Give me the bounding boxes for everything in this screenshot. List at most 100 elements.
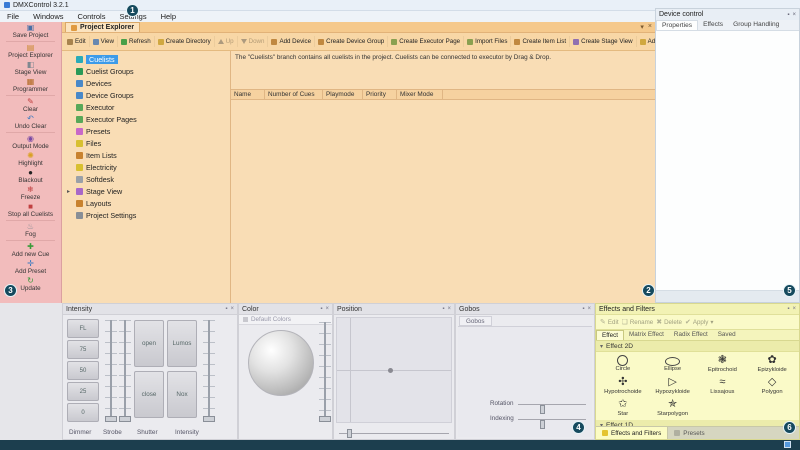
pan-slider[interactable] bbox=[339, 433, 449, 434]
color-brightness-fader[interactable] bbox=[319, 322, 331, 422]
indexing-slider[interactable] bbox=[518, 419, 586, 420]
tree-item-executor[interactable]: Executor bbox=[62, 101, 230, 113]
down-button[interactable]: Down bbox=[238, 36, 269, 47]
menu-windows[interactable]: Windows bbox=[26, 12, 70, 21]
preset-75-button[interactable]: 75 bbox=[67, 340, 99, 359]
pin-icon[interactable]: ▪ bbox=[442, 306, 444, 312]
create-directory-button[interactable]: Create Directory bbox=[155, 36, 215, 47]
rotation-slider-handle[interactable] bbox=[540, 405, 545, 414]
tree-item-softdesk[interactable]: Softdesk bbox=[62, 173, 230, 185]
add-preset-button[interactable]: ✛ Add Preset bbox=[0, 259, 61, 276]
close-icon[interactable]: × bbox=[230, 306, 234, 312]
close-icon[interactable]: × bbox=[792, 12, 796, 18]
tab-effect[interactable]: Effect bbox=[596, 330, 624, 340]
view-button[interactable]: View bbox=[90, 36, 118, 47]
tree-item-layouts[interactable]: Layouts bbox=[62, 197, 230, 209]
add-device-button[interactable]: Add Device bbox=[268, 36, 315, 47]
section-effect-2d[interactable]: ▾ Effect 2D bbox=[596, 341, 799, 352]
bottom-tab-effects-and-filters[interactable]: Effects and Filters bbox=[596, 427, 668, 439]
effect-delete-button[interactable]: ✖Delete bbox=[656, 318, 682, 326]
close-icon[interactable]: × bbox=[447, 306, 451, 312]
rotation-slider[interactable] bbox=[518, 404, 586, 405]
output-mode-button[interactable]: ◉ Output Mode bbox=[0, 134, 61, 151]
position-cursor[interactable] bbox=[388, 368, 393, 373]
tree-item-cuelists[interactable]: Cuelists bbox=[62, 53, 230, 65]
effect-ellipse[interactable]: Ellipse bbox=[648, 353, 698, 375]
preset-full-button[interactable]: FL bbox=[67, 319, 99, 338]
tab-group-handling[interactable]: Group Handling bbox=[728, 20, 784, 30]
effect-epizykloide[interactable]: ✿Epizykloide bbox=[747, 353, 797, 375]
lamp-off-nox-button[interactable]: Nox bbox=[167, 371, 197, 418]
tab-effects[interactable]: Effects bbox=[698, 20, 728, 30]
effect-circle[interactable]: Circle bbox=[598, 353, 648, 375]
tree-item-stage-view[interactable]: ▸Stage View bbox=[62, 185, 230, 197]
clear-button[interactable]: ✎ Clear bbox=[0, 97, 61, 114]
save-project-button[interactable]: ▣ Save Project bbox=[0, 23, 61, 40]
stop-all-cuelists-button[interactable]: ■ Stop all Cuelists bbox=[0, 202, 61, 219]
tab-radix-effect[interactable]: Radix Effect bbox=[669, 330, 713, 340]
tree-item-cuelist-groups[interactable]: Cuelist Groups bbox=[62, 65, 230, 77]
color-wheel[interactable] bbox=[248, 330, 314, 396]
effect-lissajous[interactable]: ≈Lissajous bbox=[698, 375, 748, 397]
column-priority[interactable]: Priority bbox=[363, 90, 397, 99]
create-stage-view-button[interactable]: Create Stage View bbox=[570, 36, 636, 47]
close-icon[interactable]: × bbox=[648, 23, 652, 31]
shutter-open-button[interactable]: open bbox=[134, 320, 164, 367]
effect-star[interactable]: ✩Star bbox=[598, 397, 648, 419]
import-files-button[interactable]: Import Files bbox=[464, 36, 511, 47]
preset-0-button[interactable]: 0 bbox=[67, 403, 99, 422]
effect-rename-button[interactable]: ❏Rename bbox=[622, 318, 654, 326]
tree-item-files[interactable]: Files bbox=[62, 137, 230, 149]
undo-clear-button[interactable]: ↶ Undo Clear bbox=[0, 114, 61, 131]
effect-polygon[interactable]: ◇Polygon bbox=[747, 375, 797, 397]
strobe-fader-handle[interactable] bbox=[119, 416, 131, 422]
tree-item-device-groups[interactable]: Device Groups bbox=[62, 89, 230, 101]
highlight-button[interactable]: ✺ Highlight bbox=[0, 151, 61, 168]
add-power-source-button[interactable]: Add Power Source bbox=[637, 36, 655, 47]
menu-controls[interactable]: Controls bbox=[71, 12, 113, 21]
column-number-of-cues[interactable]: Number of Cues bbox=[265, 90, 323, 99]
shutter-close-button[interactable]: close bbox=[134, 371, 164, 418]
intensity-fader-handle[interactable] bbox=[203, 416, 215, 422]
add-new-cue-button[interactable]: ✚ Add new Cue bbox=[0, 242, 61, 259]
column-name[interactable]: Name bbox=[231, 90, 265, 99]
effect-apply-button[interactable]: ✔Apply▾ bbox=[685, 318, 713, 326]
programmer-button[interactable]: ▦ Programmer bbox=[0, 77, 61, 94]
menu-help[interactable]: Help bbox=[154, 12, 183, 21]
pin-icon[interactable]: ▪ bbox=[787, 12, 789, 18]
dimmer-fader-handle[interactable] bbox=[105, 416, 117, 422]
pan-tilt-area[interactable] bbox=[336, 317, 452, 423]
create-executor-page-button[interactable]: Create Executor Page bbox=[388, 36, 464, 47]
close-icon[interactable]: × bbox=[325, 306, 329, 312]
effect-hypozykloide[interactable]: ▷Hypozykloide bbox=[648, 375, 698, 397]
column-mixer-mode[interactable]: Mixer Mode bbox=[397, 90, 443, 99]
dimmer-fader[interactable] bbox=[105, 320, 117, 422]
tab-project-explorer[interactable]: Project Explorer bbox=[65, 22, 140, 32]
intensity-fader[interactable] bbox=[203, 320, 215, 422]
expand-arrow-icon[interactable]: ▸ bbox=[67, 188, 70, 195]
pin-icon[interactable]: ▪ bbox=[787, 306, 789, 312]
strobe-fader[interactable] bbox=[119, 320, 131, 422]
tree-item-item-lists[interactable]: Item Lists bbox=[62, 149, 230, 161]
tree-item-presets[interactable]: Presets bbox=[62, 125, 230, 137]
tree-item-electricity[interactable]: Electricity bbox=[62, 161, 230, 173]
close-icon[interactable]: × bbox=[587, 306, 591, 312]
preset-25-button[interactable]: 25 bbox=[67, 382, 99, 401]
pin-icon[interactable]: ▪ bbox=[225, 306, 227, 312]
dock-dropdown-icon[interactable]: ▾ bbox=[640, 23, 644, 31]
pan-slider-handle[interactable] bbox=[347, 429, 352, 438]
column-playmode[interactable]: Playmode bbox=[323, 90, 363, 99]
tab-properties[interactable]: Properties bbox=[656, 20, 698, 30]
fog-button[interactable]: ♨ Fog bbox=[0, 222, 61, 239]
tab-gobos[interactable]: Gobos bbox=[459, 316, 492, 326]
refresh-button[interactable]: Refresh bbox=[118, 36, 155, 47]
blackout-button[interactable]: ● Blackout bbox=[0, 168, 61, 185]
tree-item-project-settings[interactable]: Project Settings bbox=[62, 209, 230, 221]
effect-starpolygon[interactable]: ✯Starpolygon bbox=[648, 397, 698, 419]
freeze-button[interactable]: ❄ Freeze bbox=[0, 185, 61, 202]
create-item-list-button[interactable]: Create Item List bbox=[511, 36, 570, 47]
effect-epitrochoid[interactable]: ❃Epitrochoid bbox=[698, 353, 748, 375]
pin-icon[interactable]: ▪ bbox=[582, 306, 584, 312]
apply-dropdown-icon[interactable]: ▾ bbox=[710, 319, 713, 326]
tree-item-executor-pages[interactable]: Executor Pages bbox=[62, 113, 230, 125]
